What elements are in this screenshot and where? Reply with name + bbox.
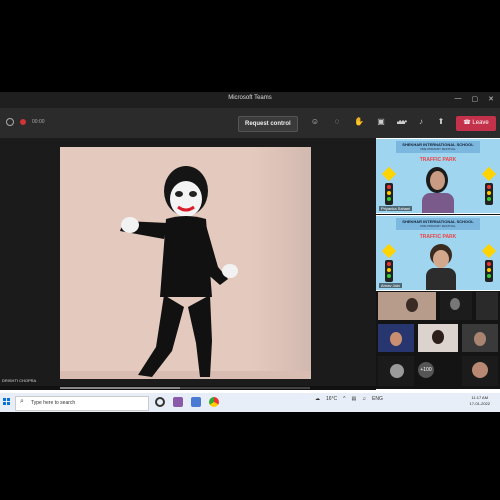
chat-icon[interactable]: ◌: [332, 117, 342, 127]
participant-tile[interactable]: [378, 356, 414, 386]
teams-app-icon[interactable]: [173, 397, 183, 407]
taskbar-clock[interactable]: 11:17 AM 17-01-2022: [470, 395, 490, 407]
volume-icon[interactable]: ♫: [362, 396, 366, 402]
recording-icon: [20, 119, 26, 125]
traffic-light-icon: [485, 260, 493, 282]
participant-tile[interactable]: [418, 324, 458, 352]
mic-icon[interactable]: ♪: [416, 117, 426, 127]
meeting-timer: 00:00: [32, 119, 45, 125]
meeting-toolbar: 00:00 Request control ☺ ◌ ✋ ▣ ••• ▬ ♪ ⬆ …: [0, 108, 500, 138]
participant-tile[interactable]: [440, 292, 472, 320]
search-placeholder: Type here to search: [31, 400, 76, 406]
taskbar-apps: [155, 397, 219, 407]
screenshot-frame: Microsoft Teams — ▢ ✕ 00:00 Request cont…: [0, 0, 500, 500]
windows-taskbar: ⌕ Type here to search ☁ 16°C ^ ▤ ♫ ENG 1…: [0, 393, 500, 412]
people-icon[interactable]: ☺: [310, 117, 320, 127]
window-controls: — ▢ ✕: [455, 95, 495, 103]
participant-tile[interactable]: [462, 356, 498, 386]
seek-bar[interactable]: [60, 387, 310, 389]
leave-label: Leave: [472, 120, 489, 126]
participant-name: Priyanka Sahani: [379, 206, 413, 211]
minimize-button[interactable]: —: [455, 95, 462, 103]
seek-progress: [60, 387, 180, 389]
traffic-light-icon: [485, 183, 493, 205]
presenter-name: DRISHTI CHOPRA: [2, 378, 37, 383]
participant-body: [426, 268, 456, 290]
weather-text: 16°C: [326, 396, 338, 402]
avatar: [390, 364, 404, 378]
participant-tile[interactable]: SHEKHAR INTERNATIONAL SCHOOL PRE PRIMARY…: [376, 138, 500, 214]
traffic-sign-icon: [381, 166, 397, 182]
participant-name: Arnav Jain: [379, 283, 402, 288]
participant-panel: SHEKHAR INTERNATIONAL SCHOOL PRE PRIMARY…: [376, 138, 500, 389]
share-icon[interactable]: ⬆: [436, 117, 446, 127]
edge-app-icon[interactable]: [191, 397, 201, 407]
tile-subtitle: PRE PRIMARY FESTIVAL: [420, 224, 456, 228]
language-indicator[interactable]: ENG: [372, 396, 383, 402]
search-icon: ⌕: [20, 398, 24, 405]
traffic-sign-icon: [381, 243, 397, 259]
mime-performer-illustration: [120, 166, 238, 377]
task-view-icon[interactable]: [155, 397, 165, 407]
breakout-icon[interactable]: ▣: [376, 117, 386, 127]
tile-theme: TRAFFIC PARK: [419, 157, 457, 163]
shield-icon: [6, 118, 14, 126]
meeting-actions: ☺ ◌ ✋ ▣ •••: [310, 117, 408, 127]
traffic-sign-icon: [481, 243, 497, 259]
participant-face: [433, 250, 449, 268]
chrome-app-icon[interactable]: [209, 397, 219, 407]
participant-face: [430, 171, 445, 190]
traffic-light-icon: [385, 260, 393, 282]
main-stage: DRISHTI CHOPRA: [0, 138, 376, 386]
tile-banner: SHEKHAR INTERNATIONAL SCHOOL PRE PRIMARY…: [396, 141, 480, 153]
weather-icon: ☁: [315, 396, 320, 402]
participant-body: [422, 193, 454, 213]
camera-icon[interactable]: ▬: [396, 117, 406, 127]
network-icon[interactable]: ▤: [352, 396, 357, 402]
leave-button[interactable]: ☎ Leave: [456, 116, 496, 131]
meeting-status: 00:00: [6, 118, 45, 126]
system-tray: ☁ 16°C ^ ▤ ♫ ENG: [315, 396, 383, 402]
clock-date: 17-01-2022: [469, 401, 490, 406]
windows-start-icon[interactable]: [3, 398, 11, 406]
participant-face: [450, 298, 460, 310]
seek-strip: [0, 386, 376, 390]
maximize-button[interactable]: ▢: [472, 95, 479, 103]
window-titlebar: Microsoft Teams — ▢ ✕: [0, 92, 500, 108]
traffic-sign-icon: [481, 166, 497, 182]
letterbox-bottom: [0, 412, 500, 500]
tray-chevron-icon[interactable]: ^: [343, 396, 345, 402]
close-button[interactable]: ✕: [488, 95, 494, 103]
avatar: [472, 362, 488, 378]
participant-tile[interactable]: SHEKHAR INTERNATIONAL SCHOOL PRE PRIMARY…: [376, 215, 500, 291]
participant-tile[interactable]: [462, 324, 498, 352]
tile-subtitle: PRE PRIMARY FESTIVAL: [420, 147, 456, 151]
device-controls: ▬ ♪ ⬆: [396, 117, 446, 127]
participant-face: [474, 332, 486, 346]
more-participants-badge[interactable]: +100: [418, 362, 434, 378]
traffic-light-icon: [385, 183, 393, 205]
participant-tile[interactable]: [378, 324, 414, 352]
participant-tile[interactable]: [476, 292, 498, 320]
participant-grid: +100: [376, 290, 500, 388]
taskbar-search-input[interactable]: ⌕ Type here to search: [15, 396, 149, 411]
tile-theme: TRAFFIC PARK: [419, 234, 457, 240]
participant-face: [406, 298, 418, 312]
shared-video[interactable]: [60, 147, 311, 379]
participant-tile[interactable]: [378, 292, 436, 320]
tile-banner: SHEKHAR INTERNATIONAL SCHOOL PRE PRIMARY…: [396, 218, 480, 230]
participant-face: [390, 332, 402, 346]
window-title: Microsoft Teams: [228, 95, 272, 101]
participant-face: [432, 330, 444, 344]
request-control-button[interactable]: Request control: [238, 116, 298, 132]
react-icon[interactable]: ✋: [354, 117, 364, 127]
letterbox-top: [0, 0, 500, 92]
